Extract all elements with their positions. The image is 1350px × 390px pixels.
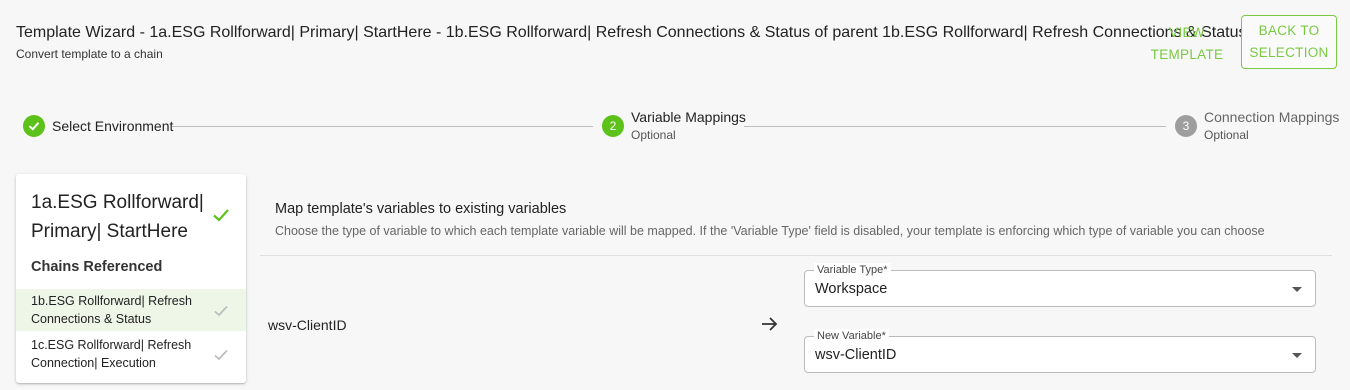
template-variable-name: wsv-ClientID [268,317,347,333]
view-template-button[interactable]: VIEW TEMPLATE [1146,16,1228,72]
new-variable-select[interactable]: New Variable* wsv-ClientID [804,329,1316,373]
step-select-environment-label: Select Environment [52,118,174,134]
variable-type-label: Variable Type* [814,263,891,277]
new-variable-value: wsv-ClientID [815,347,897,363]
divider [260,255,1332,256]
back-to-selection-button[interactable]: BACK TO SELECTION [1241,15,1337,69]
back-label-line2: SELECTION [1249,45,1329,60]
wizard-header: Template Wizard - 1a.ESG Rollforward| Pr… [0,0,1350,90]
dropdown-caret-icon [1292,353,1302,358]
mapping-description: Choose the type of variable to which eac… [275,224,1265,238]
chains-referenced-heading: Chains Referenced [31,259,163,275]
view-template-label-line1: VIEW [1169,25,1205,40]
chain-list-item[interactable]: 1b.ESG Rollforward| Refresh Connections … [16,289,246,331]
step-connection-mappings-label: Connection Mappings [1204,109,1340,125]
variable-type-value: Workspace [815,281,888,297]
page-title: Template Wizard - 1a.ESG Rollforward| Pr… [16,24,1247,41]
mapping-title: Map template's variables to existing var… [275,201,567,217]
step-variable-mappings-label: Variable Mappings [631,109,746,125]
step-3-number-icon: 3 [1175,115,1197,137]
page-subtitle: Convert template to a chain [16,47,163,61]
wizard-stepper: Select Environment 2 Variable Mappings O… [0,105,1350,150]
step-connector [172,126,593,127]
arrow-right-icon [760,315,780,338]
template-chains-panel: 1a.ESG Rollforward| Primary| StartHere C… [16,174,246,383]
back-label-line1: BACK TO [1258,23,1320,38]
check-icon [210,204,232,231]
chain-label: 1b.ESG Rollforward| Refresh Connections … [31,294,192,326]
variable-mapping-panel: Map template's variables to existing var… [260,174,1332,390]
check-icon [212,302,230,325]
step-connection-mappings-optional: Optional [1204,128,1249,142]
view-template-label-line2: TEMPLATE [1150,47,1224,62]
step-1-check-icon [23,115,45,137]
variable-type-select[interactable]: Variable Type* Workspace [804,263,1316,307]
template-name: 1a.ESG Rollforward| Primary| StartHere [31,192,204,242]
check-icon [212,346,230,369]
step-2-number-icon: 2 [602,115,624,137]
dropdown-caret-icon [1292,287,1302,292]
step-variable-mappings-optional: Optional [631,128,676,142]
step-connector [744,126,1166,127]
new-variable-label: New Variable* [814,329,889,343]
chain-list-item[interactable]: 1c.ESG Rollforward| Refresh Connection| … [16,333,246,375]
chain-label: 1c.ESG Rollforward| Refresh Connection| … [31,338,192,370]
